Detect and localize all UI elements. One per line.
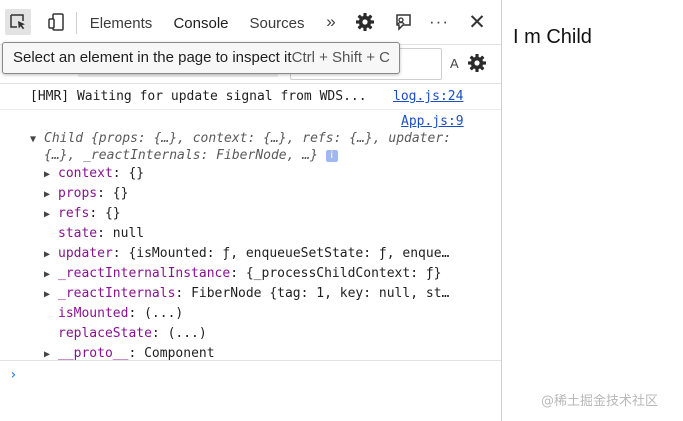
- property-colon: :: [112, 166, 129, 181]
- property-key: context: [58, 166, 113, 181]
- more-tabs-button[interactable]: »: [318, 9, 344, 35]
- property-colon: :: [230, 266, 246, 281]
- feedback-button[interactable]: [390, 9, 416, 35]
- property-key: __proto__: [58, 346, 129, 361]
- property-row[interactable]: ▶ _reactInternalInstance: {_processChildC…: [44, 266, 442, 281]
- feedback-icon: [396, 14, 411, 31]
- console-output: [HMR] Waiting for update signal from WDS…: [0, 84, 501, 421]
- more-options-button[interactable]: ···: [426, 9, 452, 35]
- settings-button[interactable]: [352, 9, 378, 35]
- log-levels-label[interactable]: A: [450, 56, 459, 71]
- device-toolbar-button[interactable]: [44, 9, 70, 35]
- property-row: state: null: [44, 226, 144, 241]
- property-colon: :: [128, 306, 145, 321]
- expand-arrow-icon[interactable]: ▶: [44, 209, 58, 220]
- property-value: (...): [167, 326, 207, 341]
- message-divider: [0, 109, 501, 110]
- property-value: (...): [144, 306, 184, 321]
- source-link-app[interactable]: App.js:9: [401, 114, 464, 129]
- property-value: {_processChildContext: ƒ}: [245, 266, 442, 281]
- property-key: replaceState: [58, 326, 152, 341]
- inspect-element-button[interactable]: [5, 9, 31, 35]
- devtools-panel: Elements Console Sources » ··· ✕ A Selec…: [0, 0, 501, 421]
- tab-sources[interactable]: Sources: [240, 0, 314, 44]
- devtools-toolbar: Elements Console Sources » ··· ✕: [0, 0, 501, 45]
- tab-elements[interactable]: Elements: [80, 0, 162, 44]
- inspect-element-icon: [10, 14, 25, 30]
- property-key: _reactInternalInstance: [58, 266, 231, 281]
- watermark: @稀土掘金技术社区: [541, 394, 659, 409]
- property-value: {}: [104, 206, 121, 221]
- tooltip-text: Select an element in the page to inspect…: [13, 49, 292, 66]
- property-key: props: [58, 186, 98, 201]
- tooltip-shortcut: Ctrl + Shift + C: [291, 49, 390, 66]
- property-row: isMounted: (...): [44, 306, 183, 321]
- source-link-log[interactable]: log.js:24: [393, 89, 463, 104]
- property-value: {}: [112, 186, 129, 201]
- property-value: Component: [144, 346, 215, 361]
- property-key: updater: [58, 246, 113, 261]
- console-prompt-divider: [0, 360, 501, 361]
- property-colon: :: [97, 186, 113, 201]
- property-row: replaceState: (...): [44, 326, 207, 341]
- hmr-message: [HMR] Waiting for update signal from WDS…: [30, 89, 367, 104]
- console-prompt-icon[interactable]: ›: [9, 367, 17, 383]
- pane-divider[interactable]: [501, 0, 502, 421]
- property-key: refs: [58, 206, 90, 221]
- toolbar-separator: [76, 12, 77, 34]
- chevron-double-right-icon: »: [326, 12, 336, 31]
- gear-icon: [468, 54, 486, 72]
- property-colon: :: [175, 286, 192, 301]
- property-value: null: [112, 226, 145, 241]
- property-value: FiberNode {tag: 1, key: null, st…: [191, 286, 450, 301]
- collapse-arrow-icon[interactable]: ▼: [30, 134, 44, 145]
- property-key: _reactInternals: [58, 286, 176, 301]
- console-settings-button[interactable]: [467, 53, 487, 78]
- expand-arrow-icon[interactable]: ▶: [44, 189, 58, 200]
- property-colon: :: [112, 246, 129, 261]
- property-value: {isMounted: ƒ, enqueueSetState: ƒ, enque…: [128, 246, 450, 261]
- property-key: state: [58, 226, 98, 241]
- property-row[interactable]: ▶ __proto__: Component: [44, 346, 215, 361]
- property-key: isMounted: [58, 306, 129, 321]
- property-row[interactable]: ▶ context: {}: [44, 166, 144, 181]
- expand-arrow-icon[interactable]: ▶: [44, 169, 58, 180]
- property-row[interactable]: ▶ updater: {isMounted: ƒ, enqueueSetState…: [44, 246, 449, 261]
- object-summary-continued: {…}, _reactInternals: FiberNode, …} i: [44, 148, 338, 163]
- property-row[interactable]: ▶ props: {}: [44, 186, 128, 201]
- expand-arrow-icon[interactable]: ▶: [44, 289, 58, 300]
- expand-arrow-icon[interactable]: ▶: [44, 269, 58, 280]
- property-colon: :: [97, 226, 113, 241]
- device-toolbar-icon: [48, 13, 64, 31]
- page-content-text: I m Child: [513, 26, 592, 48]
- property-row[interactable]: ▶ refs: {}: [44, 206, 121, 221]
- close-devtools-button[interactable]: ✕: [464, 9, 490, 35]
- object-summary[interactable]: ▼ Child {props: {…}, context: {…}, refs: …: [30, 131, 451, 146]
- expand-arrow-icon[interactable]: ▶: [44, 349, 58, 360]
- gear-icon: [356, 13, 374, 31]
- inspect-tooltip: Select an element in the page to inspect…: [2, 42, 400, 74]
- close-icon: ✕: [468, 10, 486, 34]
- tab-console[interactable]: Console: [162, 0, 240, 44]
- property-value: {}: [128, 166, 145, 181]
- property-colon: :: [89, 206, 105, 221]
- info-icon[interactable]: i: [325, 150, 338, 162]
- property-colon: :: [128, 346, 145, 361]
- property-colon: :: [151, 326, 168, 341]
- property-row[interactable]: ▶ _reactInternals: FiberNode {tag: 1, key…: [44, 286, 449, 301]
- expand-arrow-icon[interactable]: ▶: [44, 249, 58, 260]
- more-options-icon: ···: [429, 12, 449, 31]
